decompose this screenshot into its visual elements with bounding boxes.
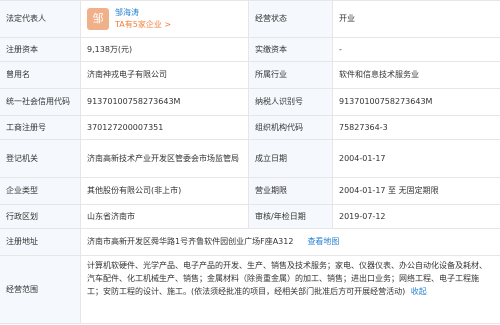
address-cell: 济南市高新开发区舜华路1号齐鲁软件园创业广场F座A312 查看地图 (81, 229, 500, 255)
scope-cell: 计算机软硬件、光学产品、电子产品的开发、生产、销售及技术服务；家电、仪器仪表、办… (81, 256, 500, 323)
row-reg-number: 工商注册号 370127200007351 组织机构代码 75827364-3 (0, 115, 500, 139)
company-type-value: 其他股份有限公司(非上市) (81, 178, 249, 204)
founded-value: 2004-01-17 (339, 153, 386, 163)
legal-rep-cell: 邹 邹海涛 TA有5家企业 > (81, 1, 249, 37)
approval-value: 2019-07-12 (339, 211, 386, 221)
term-label: 营业期限 (249, 178, 333, 204)
address-label: 注册地址 (0, 229, 81, 255)
former-name-label: 曾用名 (0, 62, 81, 88)
company-type-label: 企业类型 (0, 178, 81, 204)
term-value: 2004-01-17 至 无固定期限 (339, 186, 439, 195)
address-value: 济南市高新开发区舜华路1号齐鲁软件园创业广场F座A312 (87, 237, 294, 246)
legal-rep-name-link[interactable]: 邹海涛 (115, 7, 171, 19)
former-name-value: 济南神戎电子有限公司 (81, 62, 249, 88)
reg-number-label: 工商注册号 (0, 116, 81, 139)
row-scope: 经营范围 计算机软硬件、光学产品、电子产品的开发、生产、销售及技术服务；家电、仪… (0, 255, 500, 324)
reg-number-value: 370127200007351 (81, 116, 249, 139)
scope-value: 计算机软硬件、光学产品、电子产品的开发、生产、销售及技术服务；家电、仪器仪表、办… (87, 261, 487, 296)
view-map-link[interactable]: 查看地图 (307, 236, 339, 248)
paid-capital-value: - (339, 44, 342, 54)
reg-authority-value: 济南高新技术产业开发区管委会市场监管局 (81, 140, 249, 177)
credit-code-label: 统一社会信用代码 (0, 89, 81, 115)
legal-rep-person: 邹海涛 TA有5家企业 > (115, 7, 171, 31)
collapse-link[interactable]: 收起 (411, 287, 427, 296)
industry-label: 所属行业 (249, 62, 333, 88)
paid-capital-label: 实缴资本 (249, 38, 333, 61)
row-credit-code: 统一社会信用代码 91370100758273643M 纳税人识别号 91370… (0, 88, 500, 115)
reg-capital-label: 注册资本 (0, 38, 81, 61)
related-companies-link[interactable]: TA有5家企业 > (115, 19, 171, 31)
founded-label: 成立日期 (249, 140, 333, 177)
status-value: 开业 (339, 14, 355, 23)
status-label: 经营状态 (249, 1, 333, 37)
taxpayer-id-label: 纳税人识别号 (249, 89, 333, 115)
row-company-type: 企业类型 其他股份有限公司(非上市) 营业期限 2004-01-17 至 无固定… (0, 177, 500, 204)
industry-value: 软件和信息技术服务业 (339, 70, 419, 79)
region-value: 山东省济南市 (81, 205, 249, 228)
taxpayer-id-value: 91370100758273643M (339, 97, 433, 106)
region-label: 行政区划 (0, 205, 81, 228)
org-code-label: 组织机构代码 (249, 116, 333, 139)
company-info-table: 法定代表人 邹 邹海涛 TA有5家企业 > 经营状态 开业 注册资本 9,138… (0, 0, 500, 325)
avatar[interactable]: 邹 (87, 8, 109, 30)
row-address: 注册地址 济南市高新开发区舜华路1号齐鲁软件园创业广场F座A312 查看地图 (0, 228, 500, 255)
org-code-value: 75827364-3 (339, 122, 388, 132)
approval-label: 审核/年检日期 (249, 205, 333, 228)
scope-label: 经营范围 (0, 256, 81, 323)
credit-code-value: 91370100758273643M (81, 89, 249, 115)
row-reg-authority: 登记机关 济南高新技术产业开发区管委会市场监管局 成立日期 2004-01-17 (0, 139, 500, 177)
row-region: 行政区划 山东省济南市 审核/年检日期 2019-07-12 (0, 204, 500, 228)
legal-rep-label: 法定代表人 (0, 1, 81, 37)
reg-capital-value: 9,138万(元) (81, 38, 249, 61)
row-legal-rep: 法定代表人 邹 邹海涛 TA有5家企业 > 经营状态 开业 (0, 0, 500, 37)
row-capital: 注册资本 9,138万(元) 实缴资本 - (0, 37, 500, 61)
row-former-name: 曾用名 济南神戎电子有限公司 所属行业 软件和信息技术服务业 (0, 61, 500, 88)
reg-authority-label: 登记机关 (0, 140, 81, 177)
